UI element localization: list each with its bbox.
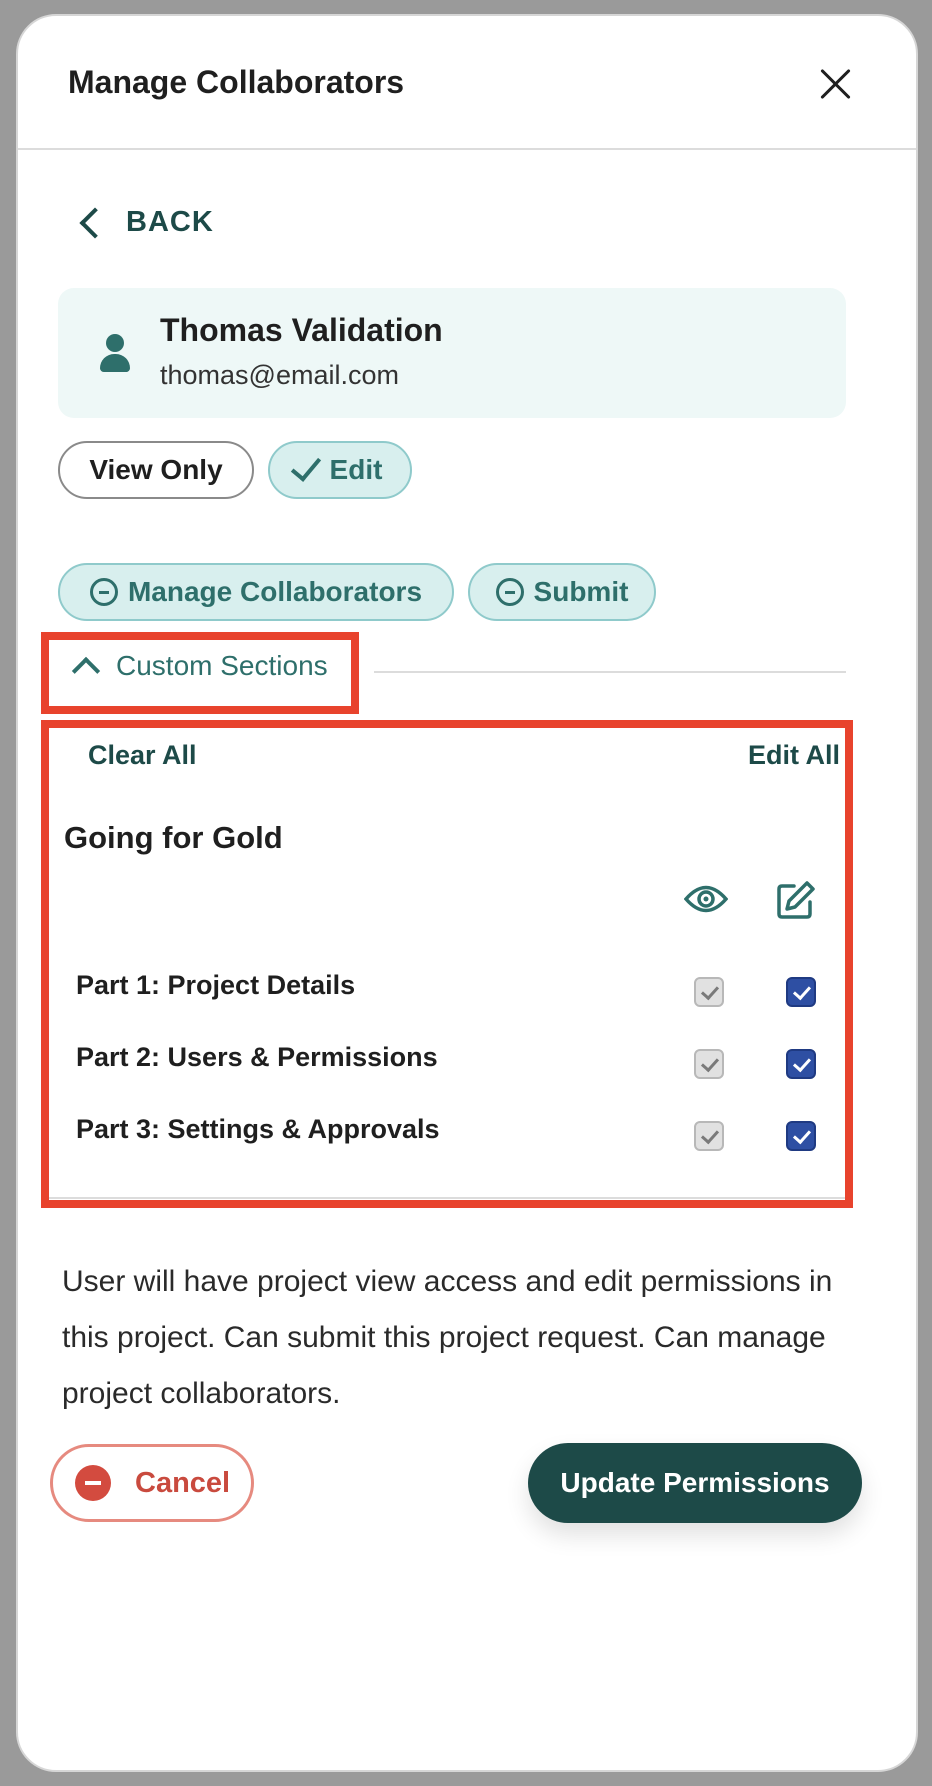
minus-circle-icon: [89, 578, 118, 606]
user-name: Thomas Validation: [160, 312, 443, 348]
user-card: Thomas Validation thomas@email.com: [58, 288, 846, 418]
check-icon: [290, 450, 321, 482]
highlight-box-panel: [41, 720, 853, 1208]
manage-collaborators-label: Manage Collaborators: [127, 576, 423, 607]
update-permissions-button[interactable]: Update Permissions: [528, 1443, 862, 1523]
submit-chip[interactable]: Submit: [468, 563, 656, 621]
chevron-left-icon: [79, 206, 111, 239]
manage-collaborators-chip[interactable]: Manage Collaborators: [58, 563, 454, 621]
minus-circle-icon: [75, 1465, 111, 1501]
edit-button[interactable]: Edit: [268, 441, 412, 499]
view-only-label: View Only: [89, 454, 223, 485]
user-icon: [98, 334, 132, 374]
view-only-button[interactable]: View Only: [58, 441, 254, 499]
back-button[interactable]: BACK: [78, 206, 214, 239]
minus-circle-icon: [495, 578, 524, 606]
modal-header: Manage Collaborators: [18, 16, 916, 150]
close-icon[interactable]: [818, 66, 854, 102]
back-label: BACK: [126, 206, 214, 238]
cancel-button[interactable]: Cancel: [50, 1444, 254, 1522]
permissions-description: User will have project view access and e…: [62, 1265, 833, 1410]
submit-label: Submit: [533, 576, 629, 607]
highlight-box-toggle: [41, 632, 359, 714]
modal-title: Manage Collaborators: [68, 64, 405, 100]
cancel-label: Cancel: [135, 1466, 231, 1499]
user-email: thomas@email.com: [160, 360, 399, 390]
edit-label: Edit: [329, 454, 383, 485]
divider: [374, 671, 846, 673]
